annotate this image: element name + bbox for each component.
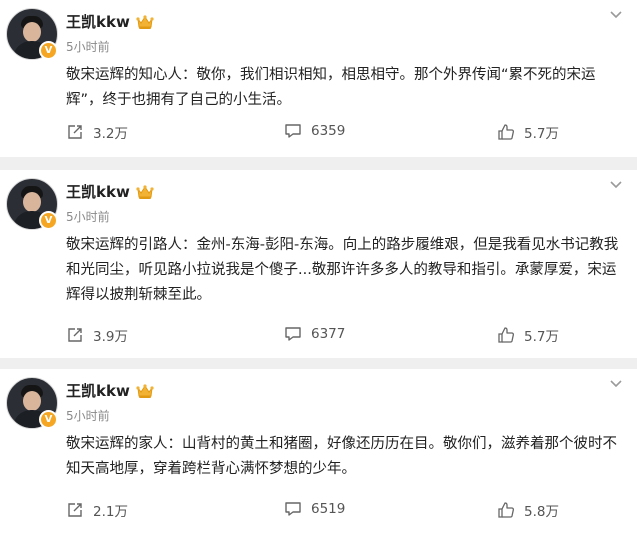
chevron-down-icon[interactable] (609, 180, 623, 190)
like-button[interactable]: 5.7万 (497, 122, 559, 142)
like-button[interactable]: 5.7万 (497, 325, 559, 345)
like-count: 5.8万 (524, 504, 559, 520)
action-bar: 3.2万 6359 5.7万 (0, 122, 637, 146)
post-content: 敬宋运辉的引路人：金州-东海-彭阳-东海。向上的路步履维艰，但是我看见水书记教我… (66, 237, 619, 303)
comment-button[interactable]: 6377 (284, 325, 345, 343)
share-count: 3.9万 (93, 329, 128, 345)
action-bar: 2.1万 6519 5.8万 (0, 500, 637, 524)
comment-count: 6519 (311, 501, 346, 517)
post-card: V 王凯kkw 5小时前 敬宋运辉的引路人：金州-东海-彭阳-东海。向上的路步履… (0, 170, 637, 358)
weibo-feed: V 王凯kkw 5小时前 敬宋运辉的知心人：敬你，我们相识相知，相思相守。那个外… (0, 0, 637, 537)
comment-icon (285, 502, 301, 516)
post-card: V 王凯kkw 5小时前 敬宋运辉的家人：山背村的黄土和猪圈，好像还历历在目。敬… (0, 369, 637, 537)
post-content: 敬宋运辉的家人：山背村的黄土和猪圈，好像还历历在目。敬你们，滋养着那个彼时不知天… (66, 436, 617, 477)
chevron-down-icon[interactable] (609, 10, 623, 20)
crown-icon (136, 383, 154, 398)
username[interactable]: 王凯kkw (66, 11, 130, 32)
chevron-down-icon[interactable] (609, 379, 623, 389)
share-button[interactable]: 3.9万 (66, 325, 128, 345)
share-button[interactable]: 3.2万 (66, 122, 128, 142)
post-time: 5小时前 (66, 210, 110, 224)
avatar[interactable]: V (6, 377, 58, 429)
share-icon (68, 328, 82, 342)
username[interactable]: 王凯kkw (66, 181, 130, 202)
thumbs-up-icon (498, 502, 514, 518)
avatar[interactable]: V (6, 178, 58, 230)
action-bar: 3.9万 6377 5.7万 (0, 325, 637, 349)
post-content: 敬宋运辉的知心人：敬你，我们相识相知，相思相守。那个外界传闻“累不死的宋运辉”，… (66, 67, 596, 108)
comment-button[interactable]: 6519 (284, 500, 345, 518)
share-count: 3.2万 (93, 126, 128, 142)
post-time: 5小时前 (66, 409, 110, 423)
like-count: 5.7万 (524, 126, 559, 142)
share-icon (68, 125, 82, 139)
post-card: V 王凯kkw 5小时前 敬宋运辉的知心人：敬你，我们相识相知，相思相守。那个外… (0, 0, 637, 157)
comment-count: 6359 (311, 123, 346, 139)
comment-count: 6377 (311, 326, 346, 342)
comment-icon (285, 124, 301, 138)
username[interactable]: 王凯kkw (66, 380, 130, 401)
comment-button[interactable]: 6359 (284, 122, 345, 140)
comment-icon (285, 327, 301, 341)
share-icon (68, 503, 82, 517)
like-count: 5.7万 (524, 329, 559, 345)
verified-badge: V (39, 41, 58, 60)
post-time: 5小时前 (66, 40, 110, 54)
verified-badge: V (39, 410, 58, 429)
share-button[interactable]: 2.1万 (66, 500, 128, 520)
like-button[interactable]: 5.8万 (497, 500, 559, 520)
crown-icon (136, 14, 154, 29)
thumbs-up-icon (498, 124, 514, 140)
avatar[interactable]: V (6, 8, 58, 60)
crown-icon (136, 184, 154, 199)
thumbs-up-icon (498, 327, 514, 343)
share-count: 2.1万 (93, 504, 128, 520)
verified-badge: V (39, 211, 58, 230)
